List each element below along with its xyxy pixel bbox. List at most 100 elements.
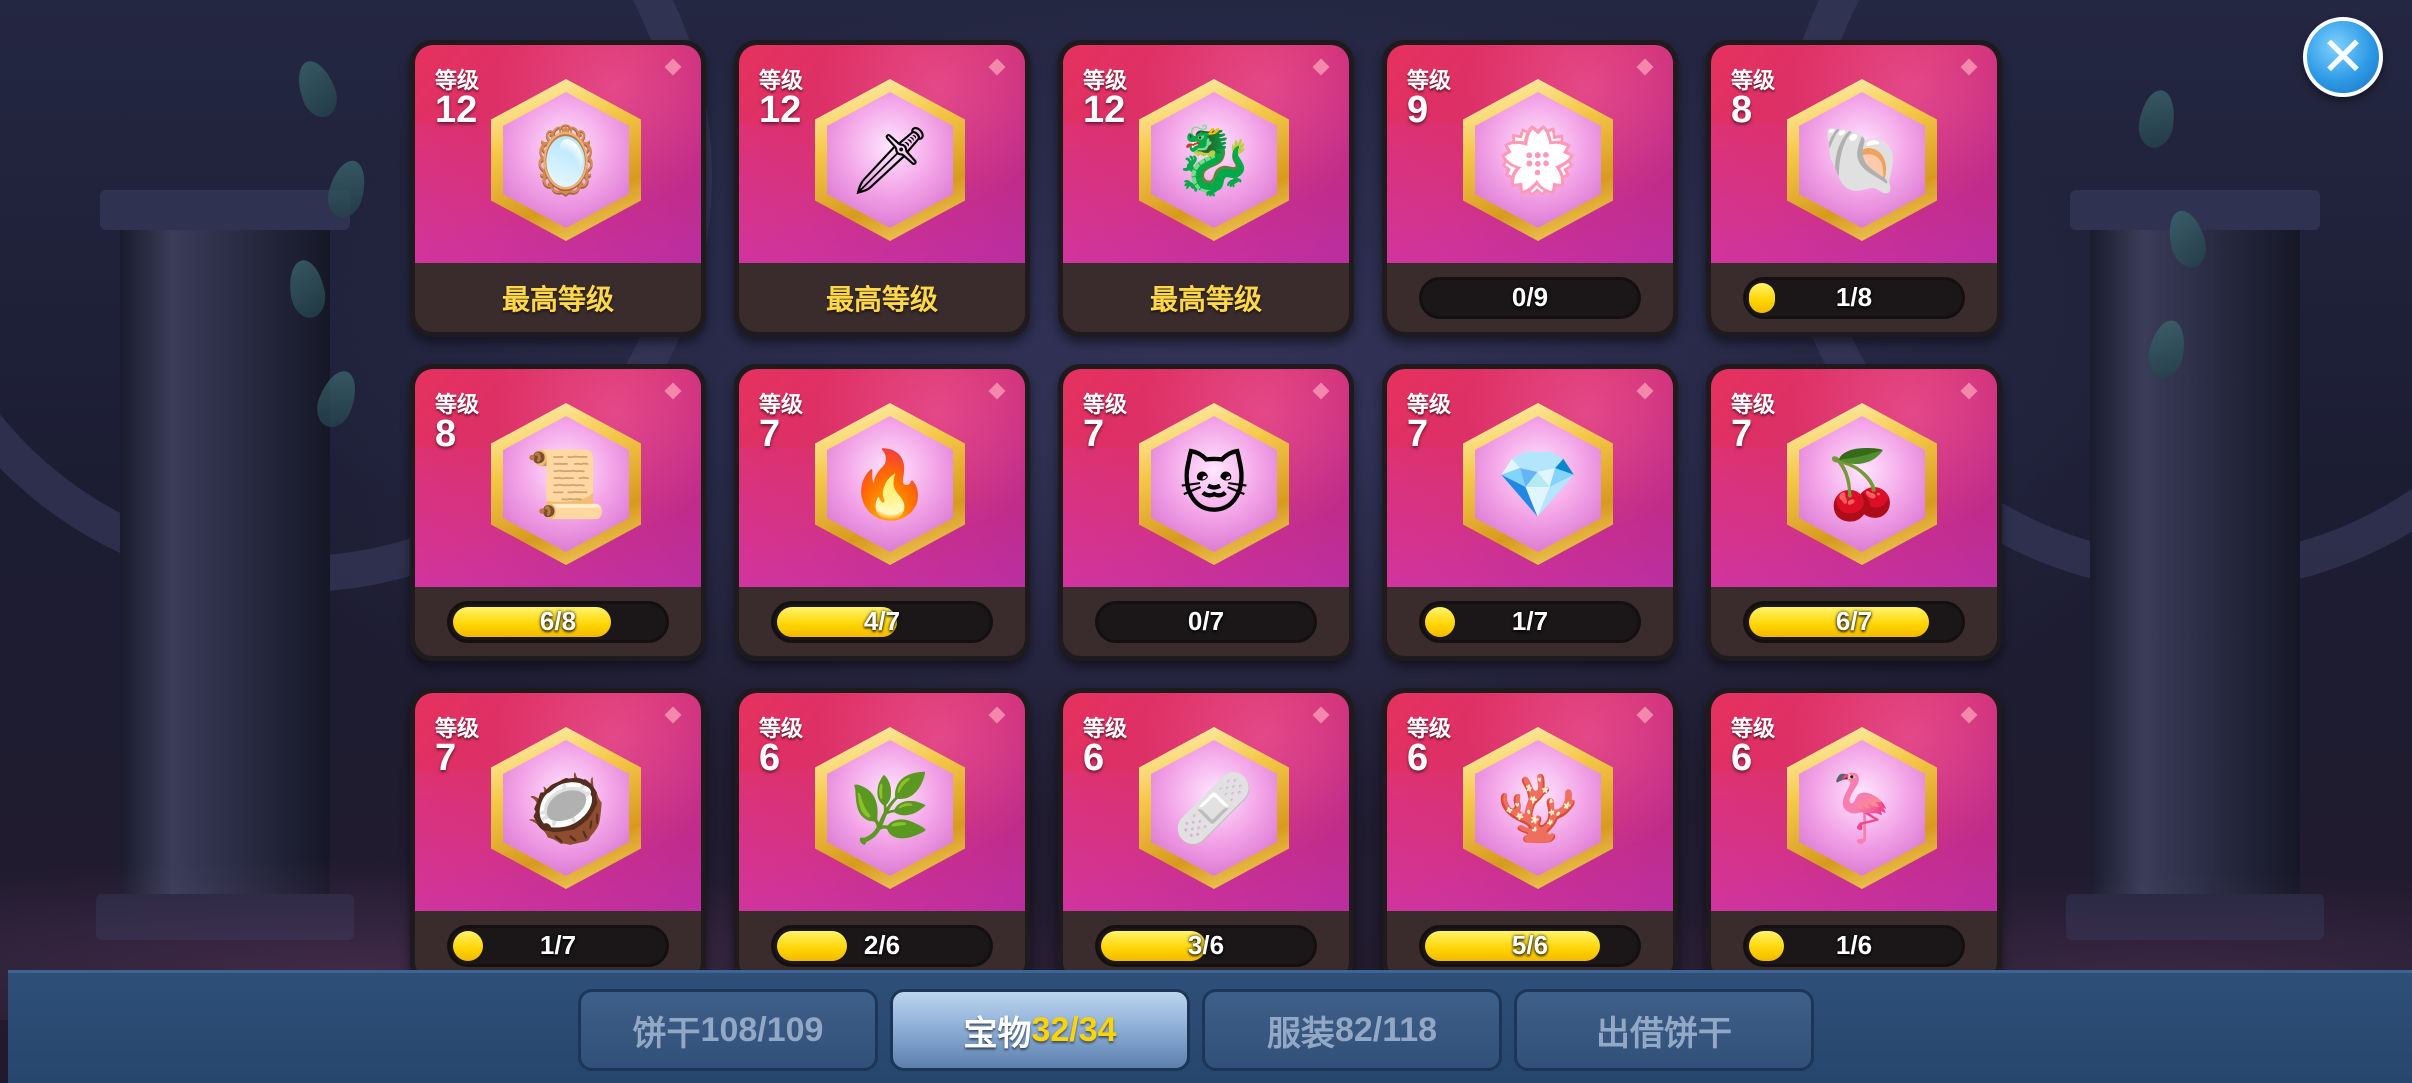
treasure-card[interactable]: 等级 7 🍒 6/7 <box>1706 364 2002 661</box>
tab-costumes[interactable]: 服装 82/118 <box>1202 989 1502 1071</box>
treasure-card-art: 等级 6 🪸 <box>1387 693 1673 911</box>
treasure-card-body: 等级 9 💮 0/9 <box>1387 45 1673 332</box>
level-number: 12 <box>1083 89 1126 131</box>
treasure-card-art: 等级 7 💎 <box>1387 369 1673 587</box>
upgrade-progress-bar: 6/7 <box>1743 600 1965 643</box>
treasure-status: 0/7 <box>1063 587 1349 656</box>
treasure-card-art: 等级 9 💮 <box>1387 45 1673 263</box>
treasure-card[interactable]: 等级 6 🦩 1/6 <box>1706 688 2002 975</box>
treasure-medal: 💮 <box>1463 79 1613 241</box>
bandage-roll-icon: 🩹 <box>1151 740 1277 876</box>
treasure-card[interactable]: 等级 9 💮 0/9 <box>1382 40 1678 337</box>
ice-branch-icon: 🌿 <box>827 740 953 876</box>
tab-treasures[interactable]: 宝物 32/34 <box>890 989 1190 1071</box>
treasure-card-body: 等级 6 🪸 5/6 <box>1387 693 1673 975</box>
treasure-card-body: 等级 7 🔥 4/7 <box>739 369 1025 656</box>
treasure-status: 4/7 <box>739 587 1025 656</box>
upgrade-progress-bar: 0/9 <box>1419 276 1641 319</box>
treasure-status: 3/6 <box>1063 911 1349 975</box>
tab-count: 82/118 <box>1334 1010 1438 1049</box>
bottom-tab-bar: 饼干 108/109 宝物 32/34 服装 82/118 出借饼干 <box>8 970 2412 1083</box>
progress-text: 0/7 <box>1187 606 1225 636</box>
treasure-card-art: 等级 6 🦩 <box>1711 693 1997 911</box>
level-number: 7 <box>1083 413 1105 455</box>
treasure-card-art: 等级 6 🌿 <box>739 693 1025 911</box>
progress-text: 1/6 <box>1835 930 1873 960</box>
treasure-card[interactable]: 等级 12 🗡 最高等级 <box>734 40 1030 337</box>
pearl-wreath-icon: 💮 <box>1475 92 1601 228</box>
treasure-card[interactable]: 等级 12 🐉 最高等级 <box>1058 40 1354 337</box>
treasure-medal: 🦩 <box>1787 727 1937 889</box>
level-number: 12 <box>759 89 802 131</box>
progress-text: 6/7 <box>1835 606 1873 636</box>
level-number: 6 <box>1731 737 1753 779</box>
treasure-card-art: 等级 6 🩹 <box>1063 693 1349 911</box>
treasure-card-art: 等级 7 🍒 <box>1711 369 1997 587</box>
treasure-status: 5/6 <box>1387 911 1673 975</box>
level-number: 7 <box>759 413 781 455</box>
dragon-shell-icon: 🐚 <box>1799 92 1925 228</box>
treasure-card-body: 等级 6 🩹 3/6 <box>1063 693 1349 975</box>
tab-label: 宝物 <box>963 1014 1032 1053</box>
treasure-card-body: 等级 12 🪞 最高等级 <box>415 45 701 332</box>
treasure-medal: 🩹 <box>1139 727 1289 889</box>
treasure-status: 最高等级 <box>739 263 1025 332</box>
treasure-card-art: 等级 12 🪞 <box>415 45 701 263</box>
treasure-card[interactable]: 等级 8 📜 6/8 <box>410 364 706 661</box>
blue-sack-icon: 💎 <box>1475 416 1601 552</box>
upgrade-progress-bar: 3/6 <box>1095 924 1317 967</box>
treasure-grid: 等级 12 🪞 最高等级 等级 12 🗡 最高等级 等级 12 🐉 最高等级 等级 9 💮 0/9 等级 8 🐚 1/… <box>0 0 2412 975</box>
treasure-card-body: 等级 8 📜 6/8 <box>415 369 701 656</box>
treasure-card[interactable]: 等级 6 🌿 2/6 <box>734 688 1030 975</box>
treasure-medal: 🪸 <box>1463 727 1613 889</box>
level-number: 6 <box>1407 737 1429 779</box>
treasure-card[interactable]: 等级 12 🪞 最高等级 <box>410 40 706 337</box>
treasure-card-body: 等级 6 🌿 2/6 <box>739 693 1025 975</box>
level-number: 6 <box>1083 737 1105 779</box>
level-number: 7 <box>1407 413 1429 455</box>
treasure-card[interactable]: 等级 8 🐚 1/8 <box>1706 40 2002 337</box>
treasure-card-art: 等级 7 🔥 <box>739 369 1025 587</box>
upgrade-progress-bar: 1/8 <box>1743 276 1965 319</box>
treasure-medal: 📜 <box>491 403 641 565</box>
treasure-status: 0/9 <box>1387 263 1673 332</box>
close-button[interactable]: ✕ <box>2303 17 2383 97</box>
level-number: 12 <box>435 89 478 131</box>
treasure-card-art: 等级 12 🐉 <box>1063 45 1349 263</box>
treasure-medal: 🗡 <box>815 79 965 241</box>
tab-label: 服装 <box>1266 1014 1335 1053</box>
treasure-card[interactable]: 等级 7 🥥 1/7 <box>410 688 706 975</box>
treasure-card[interactable]: 等级 7 💎 1/7 <box>1382 364 1678 661</box>
treasure-card-art: 等级 8 📜 <box>415 369 701 587</box>
treasure-card[interactable]: 等级 7 🐱 0/7 <box>1058 364 1354 661</box>
treasure-card[interactable]: 等级 7 🔥 4/7 <box>734 364 1030 661</box>
treasure-card-body: 等级 12 🗡 最高等级 <box>739 45 1025 332</box>
treasure-card-body: 等级 7 🍒 6/7 <box>1711 369 1997 656</box>
treasure-card-body: 等级 7 🐱 0/7 <box>1063 369 1349 656</box>
upgrade-progress-bar: 2/6 <box>771 924 993 967</box>
level-number: 9 <box>1407 89 1429 131</box>
progress-text: 1/7 <box>1511 606 1549 636</box>
treasure-card[interactable]: 等级 6 🩹 3/6 <box>1058 688 1354 975</box>
close-icon: ✕ <box>2320 27 2366 87</box>
tab-label: 饼干 <box>632 1014 701 1053</box>
treasure-medal: 🌿 <box>815 727 965 889</box>
treasure-card-art: 等级 12 🗡 <box>739 45 1025 263</box>
treasure-status: 6/7 <box>1711 587 1997 656</box>
upgrade-progress-bar: 5/6 <box>1419 924 1641 967</box>
treasure-medal: 🥥 <box>491 727 641 889</box>
treasure-card-body: 等级 7 🥥 1/7 <box>415 693 701 975</box>
upgrade-progress-bar: 6/8 <box>447 600 669 643</box>
treasure-status: 2/6 <box>739 911 1025 975</box>
treasure-medal: 🔥 <box>815 403 965 565</box>
progress-text: 0/9 <box>1511 282 1549 312</box>
progress-text: 1/8 <box>1835 282 1873 312</box>
tab-borrow-cookie[interactable]: 出借饼干 <box>1514 989 1814 1071</box>
tab-cookies[interactable]: 饼干 108/109 <box>578 989 878 1071</box>
tab-count: 32/34 <box>1031 1010 1117 1049</box>
treasure-card[interactable]: 等级 6 🪸 5/6 <box>1382 688 1678 975</box>
progress-text: 5/6 <box>1511 930 1549 960</box>
max-level-text: 最高等级 <box>501 283 614 315</box>
upgrade-progress-bar: 1/7 <box>447 924 669 967</box>
coral-reef-icon: 🪸 <box>1475 740 1601 876</box>
